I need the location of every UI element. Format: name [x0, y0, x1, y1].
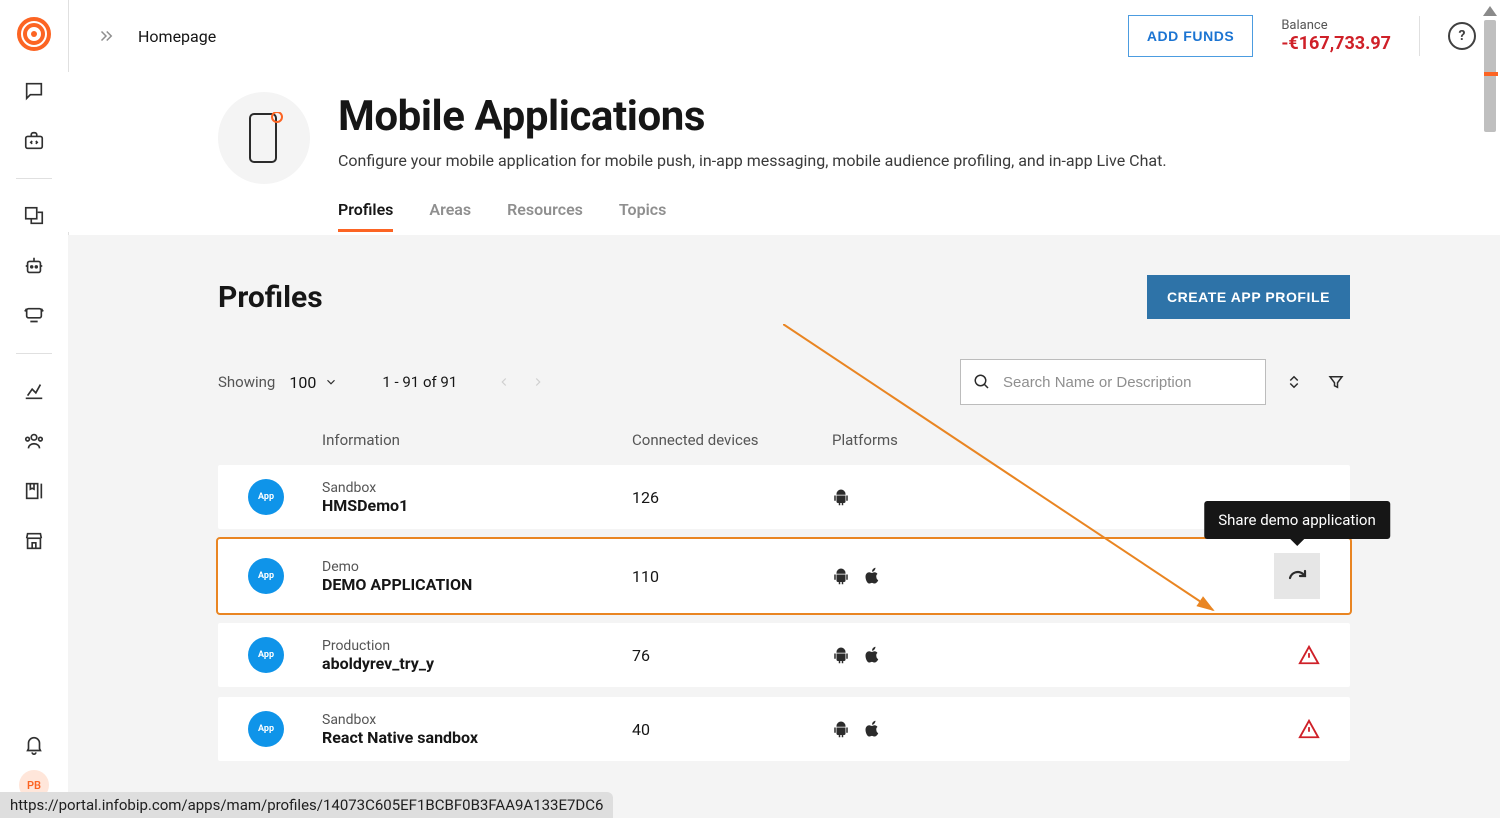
- column-platforms: Platforms: [832, 431, 1270, 449]
- android-icon: [832, 487, 850, 507]
- bookmark-panel-icon[interactable]: [14, 471, 54, 511]
- status-url: https://portal.infobip.com/apps/mam/prof…: [0, 792, 613, 818]
- scroll-thumb[interactable]: [1484, 20, 1496, 132]
- profile-name: React Native sandbox: [322, 728, 632, 747]
- help-icon[interactable]: ?: [1448, 22, 1476, 50]
- scroll-marker: [1484, 72, 1498, 76]
- search-icon: [973, 373, 991, 391]
- scroll-up-icon[interactable]: [1483, 6, 1497, 16]
- table-header: Information Connected devices Platforms: [218, 405, 1350, 465]
- android-icon: [832, 719, 850, 739]
- apple-icon: [864, 719, 882, 739]
- profile-tag: Production: [322, 638, 632, 654]
- expand-rail-icon[interactable]: [92, 22, 120, 50]
- profile-tag: Demo: [322, 559, 632, 575]
- chat-icon[interactable]: [14, 71, 54, 111]
- rail-divider: [16, 353, 52, 354]
- profile-name: DEMO APPLICATION: [322, 575, 632, 594]
- search-box[interactable]: [960, 359, 1266, 405]
- app-badge-icon: App: [248, 711, 284, 747]
- tabs: Profiles Areas Resources Topics: [338, 194, 1167, 232]
- tab-profiles[interactable]: Profiles: [338, 194, 393, 232]
- chevron-down-icon: [324, 375, 338, 389]
- bell-icon[interactable]: [14, 725, 54, 765]
- connected-devices: 110: [632, 567, 832, 586]
- filter-icon[interactable]: [1322, 368, 1350, 396]
- balance-amount: -€167,733.97: [1281, 33, 1391, 54]
- page-title: Mobile Applications: [338, 92, 1167, 141]
- warning-icon: [1298, 718, 1320, 740]
- showing-label: Showing: [218, 373, 275, 391]
- section-title: Profiles: [218, 280, 323, 315]
- top-bar: Homepage ADD FUNDS Balance -€167,733.97 …: [68, 0, 1500, 73]
- share-arrow-icon: [1285, 564, 1309, 588]
- table-row[interactable]: App Sandbox HMSDemo1 126: [218, 465, 1350, 529]
- column-information: Information: [322, 431, 632, 449]
- tab-resources[interactable]: Resources: [507, 194, 583, 232]
- storefront-icon[interactable]: [14, 521, 54, 561]
- balance-block: Balance -€167,733.97: [1281, 18, 1391, 54]
- profile-tag: Sandbox: [322, 480, 632, 496]
- table-row[interactable]: App Production aboldyrev_try_y 76: [218, 623, 1350, 687]
- page-header: Mobile Applications Configure your mobil…: [68, 72, 1500, 232]
- left-rail: PB: [0, 0, 69, 818]
- scrollbar[interactable]: [1482, 6, 1498, 132]
- share-tooltip: Share demo application: [1204, 501, 1390, 539]
- content-area: Profiles CREATE APP PROFILE Showing 100 …: [68, 235, 1500, 818]
- analytics-icon[interactable]: [14, 371, 54, 411]
- prev-page-button[interactable]: [489, 367, 519, 397]
- robot-icon[interactable]: [14, 246, 54, 286]
- apple-icon: [864, 645, 882, 665]
- tab-areas[interactable]: Areas: [429, 194, 471, 232]
- create-app-profile-button[interactable]: CREATE APP PROFILE: [1147, 275, 1350, 319]
- android-icon: [832, 566, 850, 586]
- table-row[interactable]: App Sandbox React Native sandbox 40: [218, 697, 1350, 761]
- page-subtitle: Configure your mobile application for mo…: [338, 151, 1167, 170]
- rail-divider: [16, 178, 52, 179]
- connected-devices: 76: [632, 646, 832, 665]
- mobile-app-icon: [218, 92, 310, 184]
- add-funds-button[interactable]: ADD FUNDS: [1128, 15, 1253, 57]
- paging-range: 1 - 91 of 91: [382, 373, 457, 391]
- share-button[interactable]: [1274, 553, 1320, 599]
- profile-name: aboldyrev_try_y: [322, 654, 632, 673]
- app-badge-icon: App: [248, 637, 284, 673]
- page-size-select[interactable]: 100: [289, 373, 338, 392]
- briefcase-code-icon[interactable]: [14, 121, 54, 161]
- apple-icon: [864, 566, 882, 586]
- warning-icon: [1298, 644, 1320, 666]
- app-badge-icon: App: [248, 558, 284, 594]
- balance-label: Balance: [1281, 18, 1391, 33]
- connected-devices: 40: [632, 720, 832, 739]
- brand-logo[interactable]: [16, 16, 52, 56]
- connected-devices: 126: [632, 488, 832, 507]
- search-input[interactable]: [1001, 373, 1253, 392]
- next-page-button[interactable]: [523, 367, 553, 397]
- page-size-value: 100: [289, 373, 316, 392]
- app-badge-icon: App: [248, 479, 284, 515]
- column-connected: Connected devices: [632, 431, 832, 449]
- sort-icon[interactable]: [1280, 368, 1308, 396]
- tab-topics[interactable]: Topics: [619, 194, 666, 232]
- profile-tag: Sandbox: [322, 712, 632, 728]
- topbar-separator: [1419, 16, 1420, 56]
- android-icon: [832, 645, 850, 665]
- profile-name: HMSDemo1: [322, 496, 632, 515]
- breadcrumb[interactable]: Homepage: [138, 27, 216, 46]
- table-row[interactable]: App Demo DEMO APPLICATION 110 Share demo…: [218, 539, 1350, 613]
- copy-chat-icon[interactable]: [14, 196, 54, 236]
- widget-icon[interactable]: [14, 296, 54, 336]
- people-icon[interactable]: [14, 421, 54, 461]
